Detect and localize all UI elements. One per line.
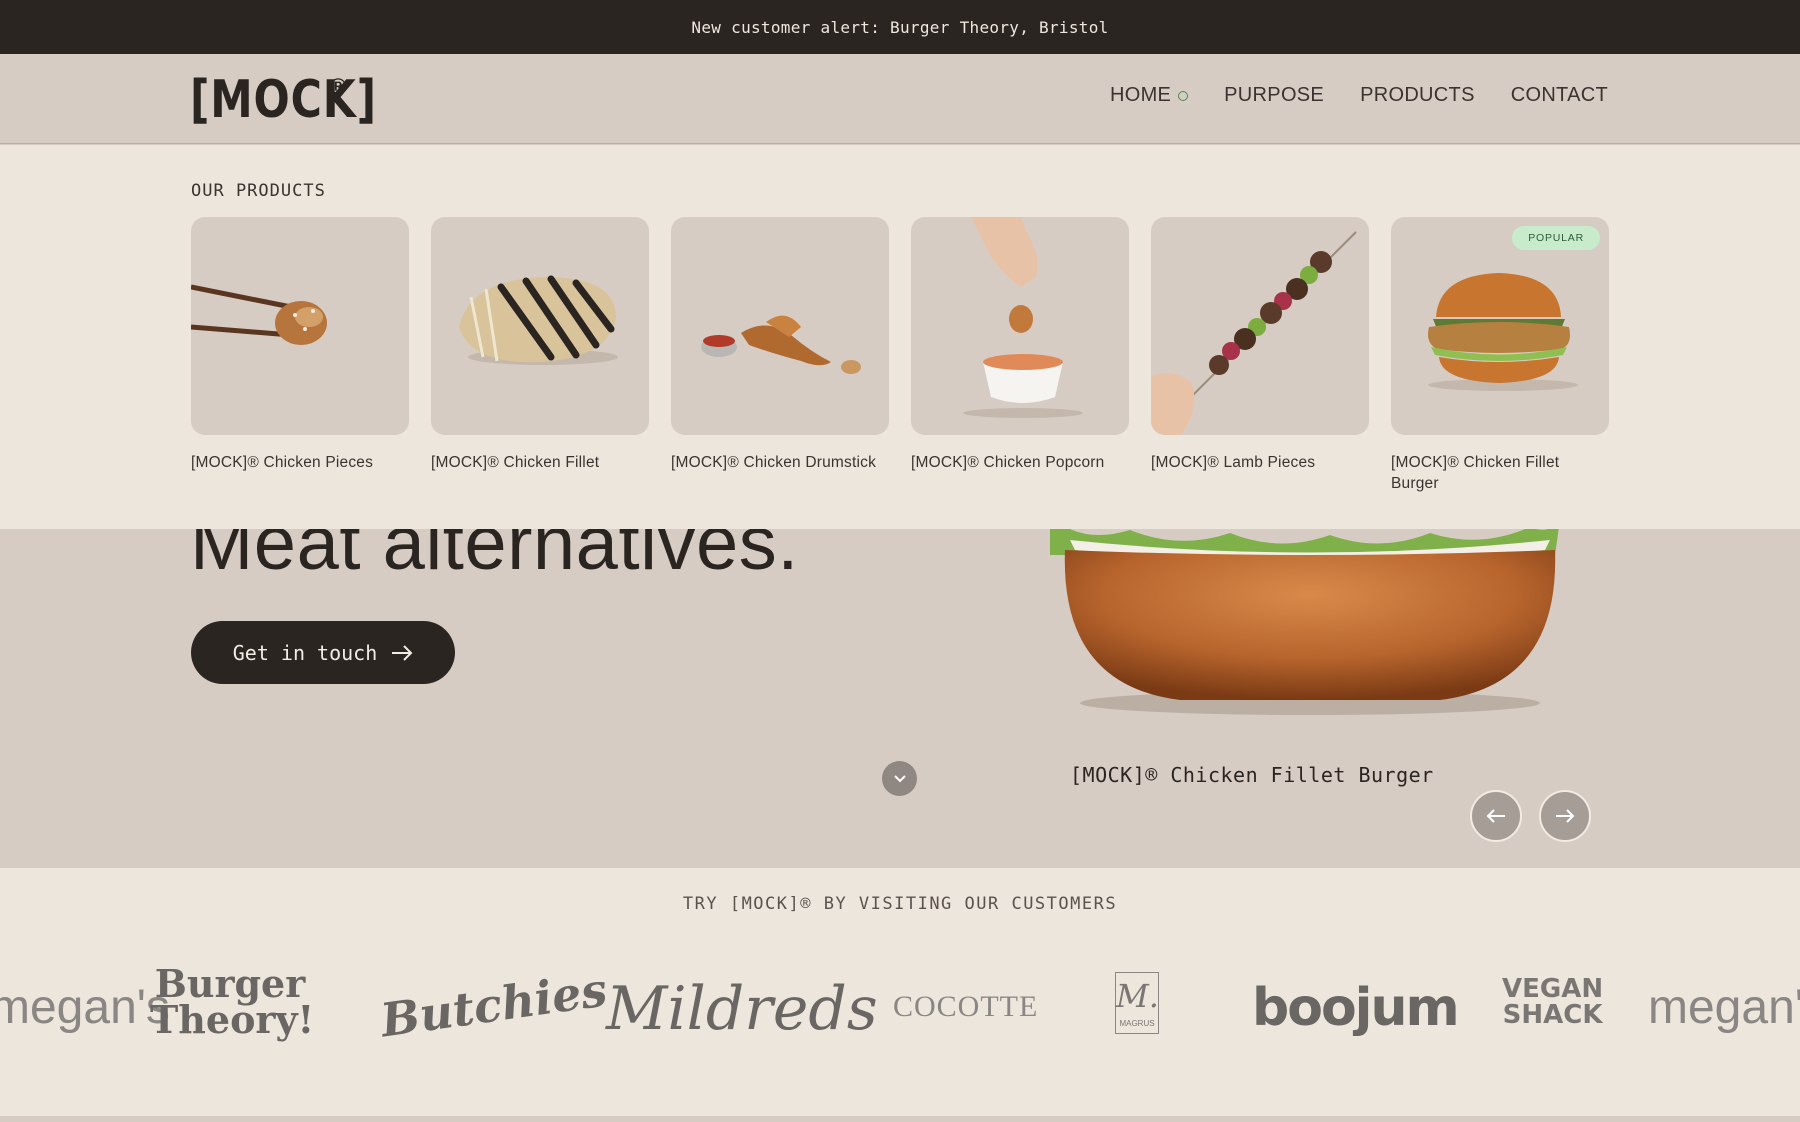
- product-name: [MOCK]® Chicken Popcorn: [911, 454, 1105, 471]
- nav-item-contact[interactable]: CONTACT: [1511, 84, 1608, 107]
- customer-logo-vegan-shack[interactable]: VEGAN SHACK: [1502, 976, 1603, 1028]
- vegan-shack-line-2: SHACK: [1502, 1000, 1603, 1030]
- product-thumbnail: [671, 217, 889, 435]
- customer-logos-marquee: megan's Burger Theory! Butchies Mildreds…: [0, 962, 1800, 1078]
- products-dropdown: OUR PRODUCTS [MOCK]® Chicken Pieces [MOC…: [0, 145, 1800, 529]
- customers-section: TRY [MOCK]® BY VISITING OUR CUSTOMERS me…: [0, 868, 1800, 1122]
- customer-logo-burger-theory[interactable]: Burger Theory!: [150, 965, 314, 1039]
- product-thumbnail: [191, 217, 409, 435]
- brand-logo[interactable]: [MOCK] ®: [190, 68, 418, 132]
- announcement-bar: New customer alert: Burger Theory, Brist…: [0, 0, 1800, 54]
- chicken-pieces-image: [191, 284, 327, 345]
- footer-divider: [0, 1116, 1800, 1122]
- customer-logo-megans[interactable]: megan's: [0, 980, 170, 1035]
- nav-item-purpose[interactable]: PURPOSE: [1224, 84, 1324, 107]
- product-thumbnail: [431, 217, 649, 435]
- arrow-right-icon: [392, 644, 413, 661]
- product-cards: [MOCK]® Chicken Pieces [MOCK]® Chicken F…: [191, 217, 1609, 494]
- product-name: [MOCK]® Lamb Pieces: [1151, 454, 1316, 471]
- site-header: [MOCK] ® HOME PURPOSE PRODUCTS CONTACT: [0, 54, 1800, 144]
- product-card-chicken-popcorn[interactable]: [MOCK]® Chicken Popcorn: [911, 217, 1129, 494]
- product-card-chicken-fillet-burger[interactable]: POPULAR [MOCK]® Chicken Fillet Burger: [1391, 217, 1609, 494]
- product-name: [MOCK]® Chicken Fillet Burger: [1391, 454, 1560, 492]
- products-panel-title: OUR PRODUCTS: [191, 181, 326, 201]
- customer-logo-magrus[interactable]: M. MAGRUS: [1115, 972, 1159, 1034]
- logo-text: [MOCK]: [190, 70, 377, 130]
- lamb-pieces-image: [1151, 231, 1357, 435]
- nav-item-label: CONTACT: [1510, 84, 1608, 106]
- product-card-chicken-drumstick[interactable]: [MOCK]® Chicken Drumstick: [671, 217, 889, 494]
- announcement-text: New customer alert: Burger Theory, Brist…: [691, 17, 1109, 37]
- product-name: [MOCK]® Chicken Drumstick: [671, 454, 877, 471]
- product-thumbnail: POPULAR: [1391, 217, 1609, 435]
- logo-registered-mark: ®: [330, 74, 347, 99]
- arrow-left-icon: [1486, 809, 1505, 823]
- product-thumbnail: [1151, 217, 1369, 435]
- main-nav: HOME PURPOSE PRODUCTS CONTACT: [1110, 84, 1608, 107]
- customer-logo-boojum[interactable]: boojum: [1252, 978, 1460, 1038]
- customer-logo-butchies[interactable]: Butchies: [377, 962, 610, 1047]
- product-card-chicken-pieces[interactable]: [MOCK]® Chicken Pieces: [191, 217, 409, 494]
- product-thumbnail: [911, 217, 1129, 435]
- nav-item-label: PRODUCTS: [1360, 84, 1475, 106]
- product-card-lamb-pieces[interactable]: [MOCK]® Lamb Pieces: [1151, 217, 1369, 494]
- product-name: [MOCK]® Chicken Pieces: [191, 454, 374, 471]
- vegan-shack-line-1: VEGAN: [1502, 974, 1604, 1004]
- chicken-fillet-image: [459, 275, 618, 365]
- carousel-next-button[interactable]: [1539, 790, 1591, 842]
- carousel-prev-button[interactable]: [1470, 790, 1522, 842]
- get-in-touch-button[interactable]: Get in touch: [191, 621, 455, 684]
- nav-item-label: HOME: [1109, 84, 1172, 106]
- magrus-monogram: M.: [1116, 977, 1159, 1015]
- product-name: [MOCK]® Chicken Fillet: [431, 454, 600, 471]
- arrow-right-icon: [1556, 809, 1575, 823]
- customers-title: TRY [MOCK]® BY VISITING OUR CUSTOMERS: [682, 894, 1118, 914]
- chicken-popcorn-image: [963, 217, 1083, 418]
- hero-product-caption: [MOCK]® Chicken Fillet Burger: [1070, 763, 1434, 787]
- nav-item-products[interactable]: PRODUCTS: [1360, 84, 1475, 107]
- nav-item-label: PURPOSE: [1224, 84, 1325, 106]
- chicken-drumstick-image: [701, 315, 861, 374]
- scroll-down-button[interactable]: [882, 761, 917, 796]
- customer-logo-megans-repeat[interactable]: megan's: [1648, 980, 1800, 1035]
- nav-item-home[interactable]: HOME: [1109, 84, 1189, 107]
- magrus-wordmark: MAGRUS: [1119, 1019, 1155, 1028]
- cta-label: Get in touch: [232, 640, 378, 665]
- popular-badge: POPULAR: [1512, 226, 1600, 250]
- product-card-chicken-fillet[interactable]: [MOCK]® Chicken Fillet: [431, 217, 649, 494]
- chevron-down-icon: [893, 774, 906, 782]
- customer-logo-mildreds[interactable]: Mildreds: [606, 974, 878, 1044]
- active-indicator-icon: [1178, 90, 1189, 101]
- customer-logo-cocotte[interactable]: COCOTTE: [893, 990, 1038, 1024]
